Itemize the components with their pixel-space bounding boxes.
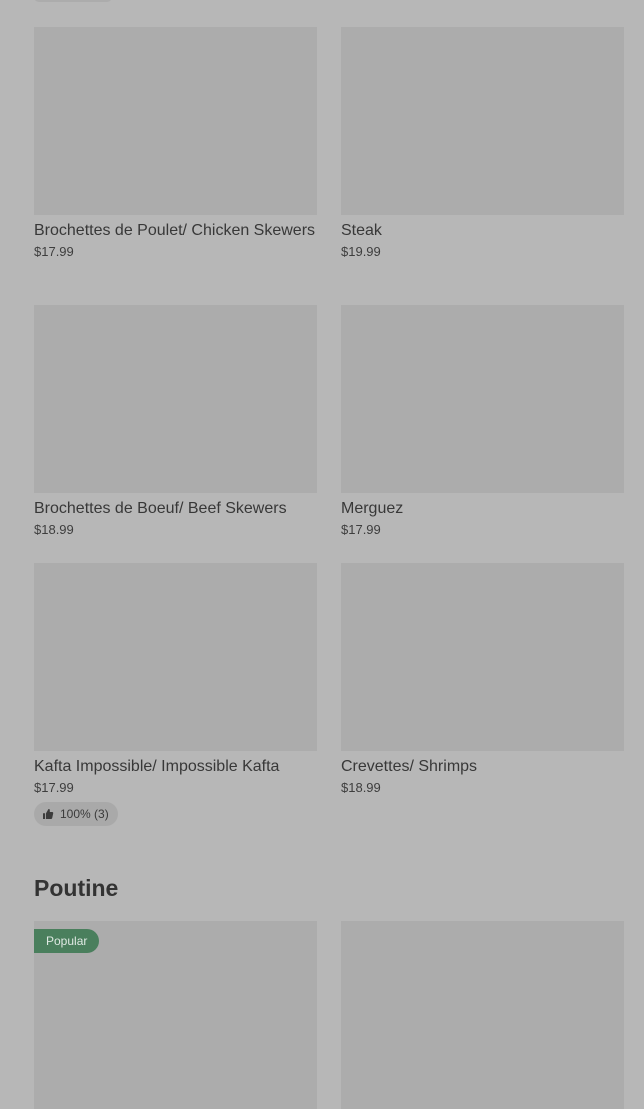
menu-item-image[interactable]: [341, 921, 624, 1109]
menu-item-price: $19.99: [341, 244, 381, 259]
rating-text: 100% (3): [60, 807, 109, 821]
thumbs-up-icon: [43, 809, 54, 819]
menu-item-price: $17.99: [341, 522, 381, 537]
menu-item-price: $18.99: [34, 522, 74, 537]
menu-item-price: $17.99: [34, 780, 74, 795]
menu-item-image[interactable]: [34, 563, 317, 751]
section-title-poutine: Poutine: [34, 875, 119, 901]
menu-item-card[interactable]: Crevettes/ Shrimps $18.99: [341, 563, 624, 796]
menu-item-card[interactable]: Merguez $17.99: [341, 305, 624, 538]
menu-item-image[interactable]: [341, 305, 624, 493]
rating-badge: 100% (3): [34, 802, 118, 826]
menu-item-card[interactable]: Brochettes de Boeuf/ Beef Skewers $18.99: [34, 305, 317, 538]
menu-item-name[interactable]: Crevettes/ Shrimps: [341, 757, 624, 777]
menu-item-name[interactable]: Brochettes de Boeuf/ Beef Skewers: [34, 499, 317, 519]
menu-item-price: $18.99: [341, 780, 381, 795]
menu-item-card[interactable]: Kafta Impossible/ Impossible Kafta $17.9…: [34, 563, 317, 826]
menu-item-price: $17.99: [34, 244, 74, 259]
menu-item-name[interactable]: Brochettes de Poulet/ Chicken Skewers: [34, 221, 317, 241]
menu-item-card[interactable]: Popular: [34, 921, 317, 1109]
previous-section-fade: [34, 0, 112, 2]
menu-item-card[interactable]: Brochettes de Poulet/ Chicken Skewers $1…: [34, 27, 317, 260]
menu-item-name[interactable]: Steak: [341, 221, 624, 241]
menu-page: Brochettes de Poulet/ Chicken Skewers $1…: [0, 0, 644, 1109]
menu-item-image[interactable]: [34, 305, 317, 493]
menu-item-card[interactable]: Steak $19.99: [341, 27, 624, 260]
menu-item-image[interactable]: [34, 27, 317, 215]
menu-item-card[interactable]: [341, 921, 624, 1109]
menu-item-name[interactable]: Kafta Impossible/ Impossible Kafta: [34, 757, 317, 777]
menu-item-image[interactable]: Popular: [34, 921, 317, 1109]
menu-item-name[interactable]: Merguez: [341, 499, 624, 519]
menu-item-image[interactable]: [341, 563, 624, 751]
popular-badge: Popular: [34, 929, 100, 953]
menu-item-image[interactable]: [341, 27, 624, 215]
